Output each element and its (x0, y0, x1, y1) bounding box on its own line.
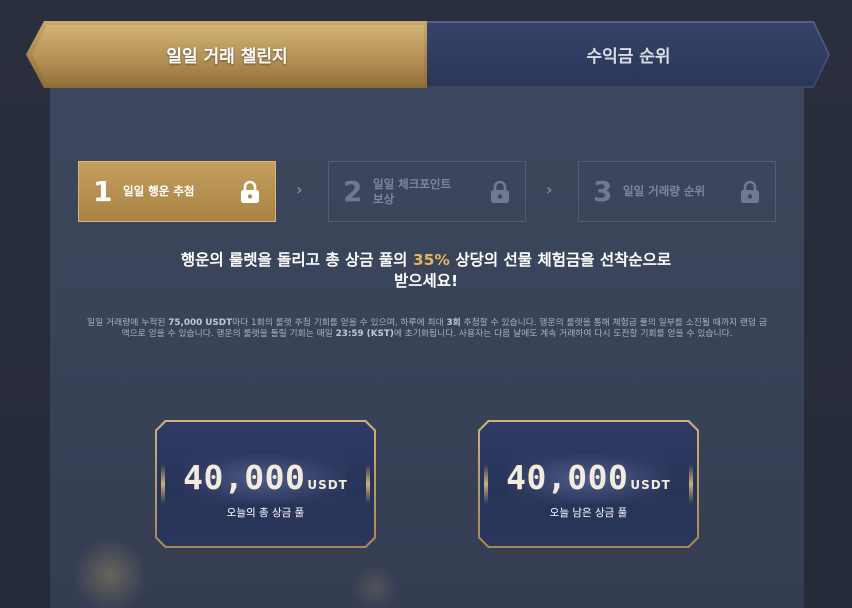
prize-amount: 40,000 USDT (155, 458, 376, 497)
decorative-glow (350, 565, 400, 608)
desc-amount: 75,000 USDT (168, 318, 233, 328)
step-label: 일일 행운 추첨 (123, 184, 195, 198)
lock-icon (241, 180, 259, 203)
step-daily-checkpoint[interactable]: 2 일일 체크포인트 보상 (328, 161, 526, 222)
headline: 행운의 룰렛을 돌리고 총 상금 풀의 35% 상당의 선물 체험금을 선착순으… (100, 250, 752, 292)
desc-text: 일일 거래량에 누적된 (87, 318, 169, 328)
step-number: 2 (343, 175, 363, 208)
headline-text: 상당의 선물 체험금을 선착순으로 (449, 251, 672, 269)
chevron-right-icon: › (546, 180, 553, 199)
step-number: 3 (593, 175, 613, 208)
desc-max: 3회 (446, 318, 461, 328)
desc-text: 에 초기화됩니다. 사용자는 다음 날에도 계속 거래하여 다시 도전할 기회를… (393, 328, 733, 339)
headline-text: 받으세요! (393, 272, 459, 290)
headline-percent: 35% (412, 251, 450, 269)
prize-amount-value: 40,000 (506, 458, 629, 497)
step-label: 일일 체크포인트 보상 (373, 177, 451, 207)
prize-amount-unit: USDT (307, 478, 348, 492)
step-label: 일일 거래량 순위 (623, 184, 706, 198)
step-label-line: 보상 (373, 191, 395, 206)
step-daily-lucky-draw[interactable]: 1 일일 행운 추첨 (78, 161, 276, 222)
step-daily-volume-ranking[interactable]: 3 일일 거래량 순위 (578, 161, 776, 222)
desc-time: 23:59 (KST) (335, 328, 394, 339)
prize-amount-unit: USDT (630, 478, 671, 492)
tab-label: 수익금 순위 (586, 47, 671, 67)
prize-card-remaining: 40,000 USDT 오늘 남은 상금 풀 (478, 420, 699, 548)
tab-bar: 일일 거래 챌린지 수익금 순위 (26, 21, 830, 88)
desc-text: 마다 1회의 룰렛 추첨 기회를 얻을 수 있으며, 하루에 최대 (232, 318, 447, 328)
lock-icon (491, 180, 509, 203)
step-number: 1 (93, 175, 113, 208)
prize-label: 오늘 남은 상금 풀 (549, 507, 628, 519)
prize-amount-value: 40,000 (183, 458, 306, 497)
prize-card-total: 40,000 USDT 오늘의 총 상금 풀 (155, 420, 376, 548)
chevron-right-icon: › (296, 180, 303, 199)
step-label-line: 일일 체크포인트 (373, 176, 452, 191)
tab-profit-ranking[interactable]: 수익금 순위 (427, 21, 830, 88)
headline-text: 행운의 룰렛을 돌리고 총 상금 풀의 (180, 251, 413, 269)
lock-icon (741, 180, 759, 203)
tab-daily-trading-challenge[interactable]: 일일 거래 챌린지 (26, 21, 428, 88)
prize-label: 오늘의 총 상금 풀 (226, 507, 305, 519)
description: 일일 거래량에 누적된 75,000 USDT마다 1회의 룰렛 추첨 기회를 … (86, 318, 768, 339)
tab-label: 일일 거래 챌린지 (166, 47, 288, 67)
prize-amount: 40,000 USDT (478, 458, 699, 497)
decorative-glow (70, 540, 150, 608)
